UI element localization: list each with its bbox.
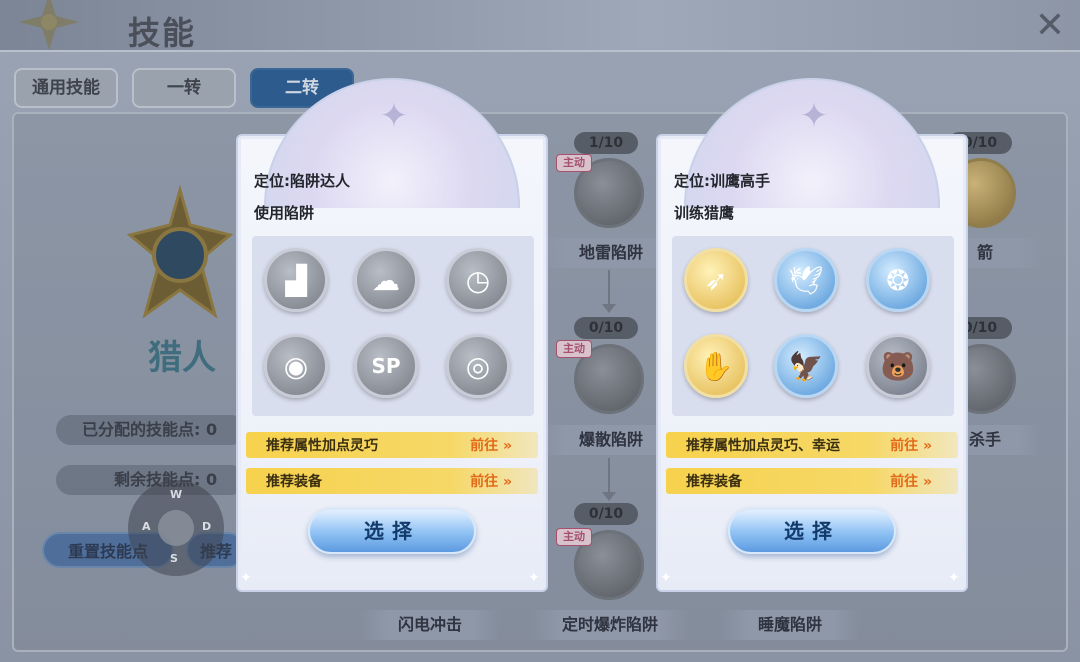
joystick-up-label: W bbox=[170, 488, 183, 501]
goto-link[interactable]: 前往 » bbox=[470, 435, 512, 455]
falcon-dive-icon[interactable]: ❂ bbox=[866, 248, 930, 312]
virtual-joystick[interactable]: W A D S bbox=[128, 480, 224, 576]
skill-icon-grid: ➶ 🕊 ❂ ✋ 🦅 🐻 bbox=[672, 236, 954, 416]
active-tag: 主动 bbox=[556, 340, 592, 358]
header-bar: 技能 ✕ bbox=[0, 0, 1080, 52]
claw-strike-icon[interactable]: ✋ bbox=[684, 334, 748, 398]
page-title: 技能 bbox=[128, 14, 197, 52]
tab-first-job[interactable]: 一转 bbox=[132, 68, 236, 108]
tree-arrow-icon bbox=[602, 304, 616, 313]
recommended-attributes-bar: 推荐属性加点灵巧、幸运 前往 » bbox=[666, 432, 958, 458]
sparkle-icon: ✦ bbox=[240, 570, 252, 586]
class-name: 猎人 bbox=[148, 338, 216, 378]
sp-icon[interactable]: SP bbox=[354, 334, 418, 398]
polar-bear-icon[interactable]: 🐻 bbox=[866, 334, 930, 398]
cat-trap-icon[interactable]: ◉ bbox=[264, 334, 328, 398]
star-emblem-icon: ✦ bbox=[799, 96, 829, 136]
skill-icon-grid: ▟ ☁ ◷ ◉ SP ◎ bbox=[252, 236, 534, 416]
tree-connector bbox=[608, 458, 610, 494]
recommended-attributes-bar: 推荐属性加点灵巧 前往 » bbox=[246, 432, 538, 458]
falcon-master-card: ✦ 定位:训鹰高手 训练猎鹰 ➶ 🕊 ❂ ✋ 🦅 🐻 推荐属性加点灵巧、幸运 前… bbox=[656, 78, 968, 592]
recommended-attributes-label: 推荐属性加点灵巧 bbox=[266, 438, 378, 454]
sparkle-icon: ✦ bbox=[528, 570, 540, 586]
joystick-right-label: D bbox=[202, 520, 212, 533]
arrow-burst-icon[interactable]: ➶ bbox=[684, 248, 748, 312]
recommended-equipment-bar: 推荐装备 前往 » bbox=[246, 468, 538, 494]
skill-label: 闪电冲击 bbox=[360, 610, 500, 640]
falcon-wing-icon[interactable]: 🦅 bbox=[774, 334, 838, 398]
card-role: 定位:训鹰高手 bbox=[674, 172, 770, 190]
active-tag: 主动 bbox=[556, 154, 592, 172]
joystick-left-label: A bbox=[142, 520, 151, 533]
card-subtitle: 使用陷阱 bbox=[254, 204, 315, 222]
skill-level-badge: 0/10 bbox=[574, 503, 638, 525]
target-trap-icon[interactable]: ◎ bbox=[446, 334, 510, 398]
compass-emblem-icon bbox=[19, 0, 79, 50]
joystick-down-label: S bbox=[170, 552, 178, 565]
allocated-points-row: 已分配的技能点: 0 bbox=[56, 415, 246, 445]
recommended-equipment-label: 推荐装备 bbox=[686, 474, 742, 490]
active-tag: 主动 bbox=[556, 528, 592, 546]
skill-level-badge: 1/10 bbox=[574, 132, 638, 154]
card-role: 定位:陷阱达人 bbox=[254, 172, 350, 190]
skill-label: 定时爆炸陷阱 bbox=[530, 610, 690, 640]
trap-master-card: ✦ 定位:陷阱达人 使用陷阱 ▟ ☁ ◷ ◉ SP ◎ 推荐属性加点灵巧 前往 … bbox=[236, 78, 548, 592]
joystick-knob[interactable] bbox=[158, 510, 194, 546]
tree-connector bbox=[608, 270, 610, 306]
recommended-equipment-bar: 推荐装备 前往 » bbox=[666, 468, 958, 494]
skill-level-badge: 0/10 bbox=[574, 317, 638, 339]
sparkle-icon: ✦ bbox=[948, 570, 960, 586]
falcon-icon[interactable]: 🕊 bbox=[774, 248, 838, 312]
timer-trap-icon[interactable]: ◷ bbox=[446, 248, 510, 312]
goto-link[interactable]: 前往 » bbox=[890, 435, 932, 455]
hunter-class-emblem-icon bbox=[126, 185, 234, 319]
select-button[interactable]: 选择 bbox=[728, 508, 896, 554]
close-button[interactable]: ✕ bbox=[1030, 8, 1070, 44]
tree-arrow-icon bbox=[602, 492, 616, 501]
allocated-points-label: 已分配的技能点: 0 bbox=[82, 420, 218, 439]
trap-base-icon[interactable]: ▟ bbox=[264, 248, 328, 312]
goto-link[interactable]: 前往 » bbox=[890, 471, 932, 491]
tab-general-skills[interactable]: 通用技能 bbox=[14, 68, 118, 108]
skill-label: 睡魔陷阱 bbox=[720, 610, 860, 640]
star-emblem-icon: ✦ bbox=[379, 96, 409, 136]
card-subtitle: 训练猎鹰 bbox=[674, 204, 735, 222]
cloud-trap-icon[interactable]: ☁ bbox=[354, 248, 418, 312]
select-button[interactable]: 选择 bbox=[308, 508, 476, 554]
recommended-attributes-label: 推荐属性加点灵巧、幸运 bbox=[686, 438, 840, 454]
recommended-equipment-label: 推荐装备 bbox=[266, 474, 322, 490]
sparkle-icon: ✦ bbox=[660, 570, 672, 586]
goto-link[interactable]: 前往 » bbox=[470, 471, 512, 491]
